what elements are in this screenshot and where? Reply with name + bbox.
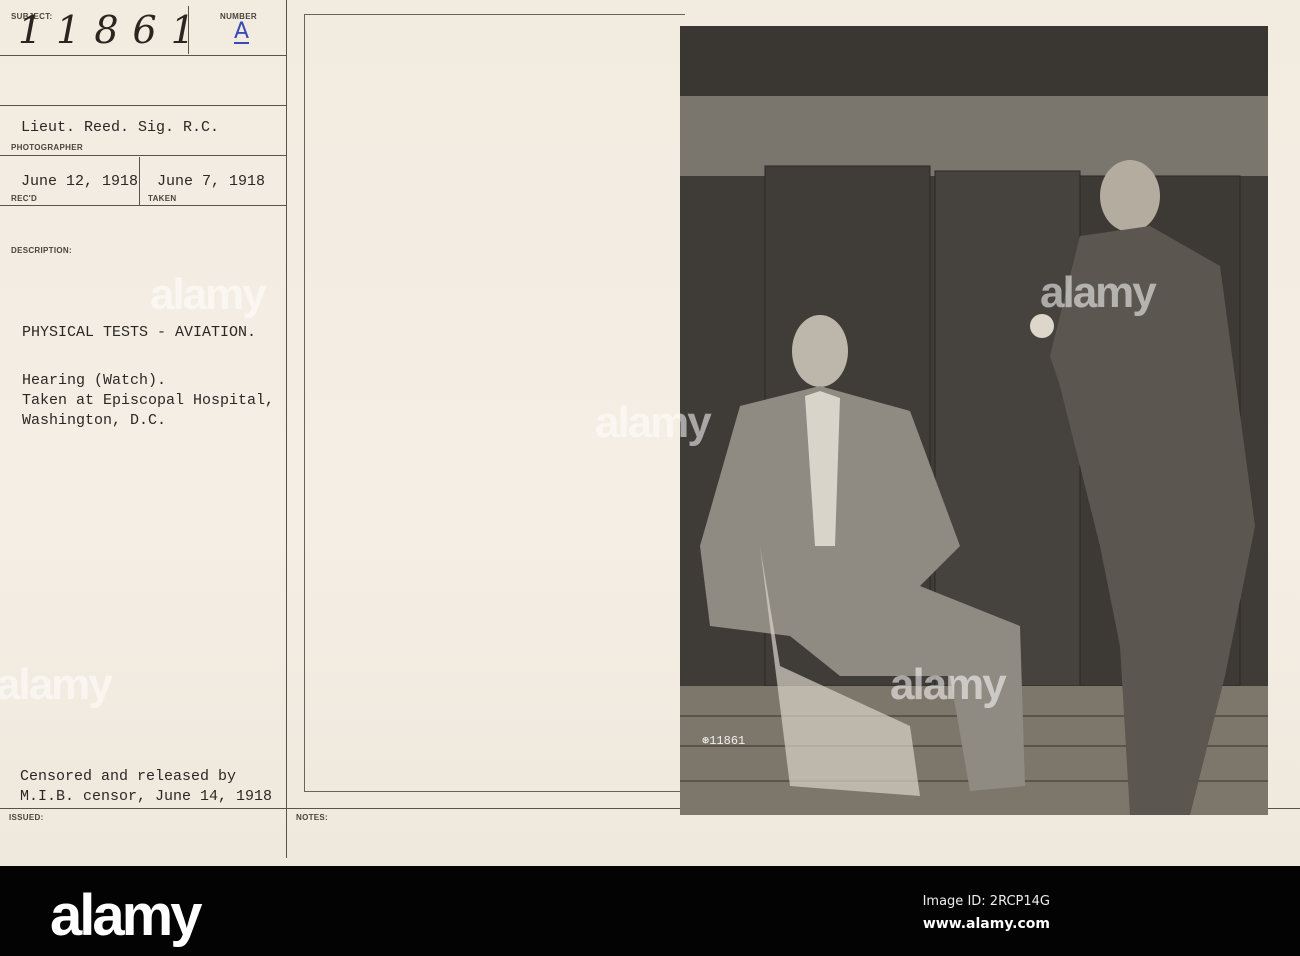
photographer-label: PHOTOGRAPHER bbox=[11, 143, 83, 152]
image-id: Image ID: 2RCP14G bbox=[922, 894, 1050, 909]
watermark: alamy bbox=[0, 660, 113, 709]
received-label: REC'D bbox=[11, 194, 38, 203]
taken-label: TAKEN bbox=[148, 194, 177, 203]
received-date: June 12, 1918 bbox=[21, 173, 139, 190]
divider bbox=[0, 155, 286, 156]
number-value: A bbox=[234, 19, 250, 44]
archive-card: SUBJECT: 11861 NUMBER A Lieut. Reed. Sig… bbox=[0, 0, 1300, 866]
censor-line: Censored and released by bbox=[20, 768, 237, 785]
divider bbox=[0, 105, 286, 106]
watermark: alamy bbox=[595, 398, 712, 447]
footer-band: alamy Image ID: 2RCP14G www.alamy.com bbox=[0, 866, 1300, 956]
description-line: Washington, D.C. bbox=[22, 412, 167, 429]
divider bbox=[139, 157, 140, 205]
notes-label: NOTES: bbox=[296, 813, 329, 822]
subject-number: 11861 bbox=[18, 8, 209, 52]
photo-negative-number: ⊛11861 bbox=[702, 734, 745, 748]
description-line: Hearing (Watch). bbox=[22, 372, 167, 389]
taken-date: June 7, 1918 bbox=[157, 173, 266, 190]
watermark: alamy bbox=[1040, 268, 1157, 317]
watermark: alamy bbox=[150, 270, 267, 319]
divider bbox=[0, 205, 286, 206]
photographer: Lieut. Reed. Sig. R.C. bbox=[21, 119, 220, 136]
alamy-logo: alamy bbox=[50, 883, 202, 948]
description-line: Taken at Episcopal Hospital, bbox=[22, 392, 275, 409]
description-title: PHYSICAL TESTS - AVIATION. bbox=[22, 324, 257, 341]
site-link[interactable]: www.alamy.com bbox=[923, 916, 1050, 932]
issued-label: ISSUED: bbox=[9, 813, 44, 822]
divider bbox=[286, 0, 287, 858]
censor-line: M.I.B. censor, June 14, 1918 bbox=[20, 788, 273, 805]
divider bbox=[0, 55, 286, 56]
description-label: DESCRIPTION: bbox=[11, 246, 72, 255]
watermark: alamy bbox=[890, 660, 1007, 709]
